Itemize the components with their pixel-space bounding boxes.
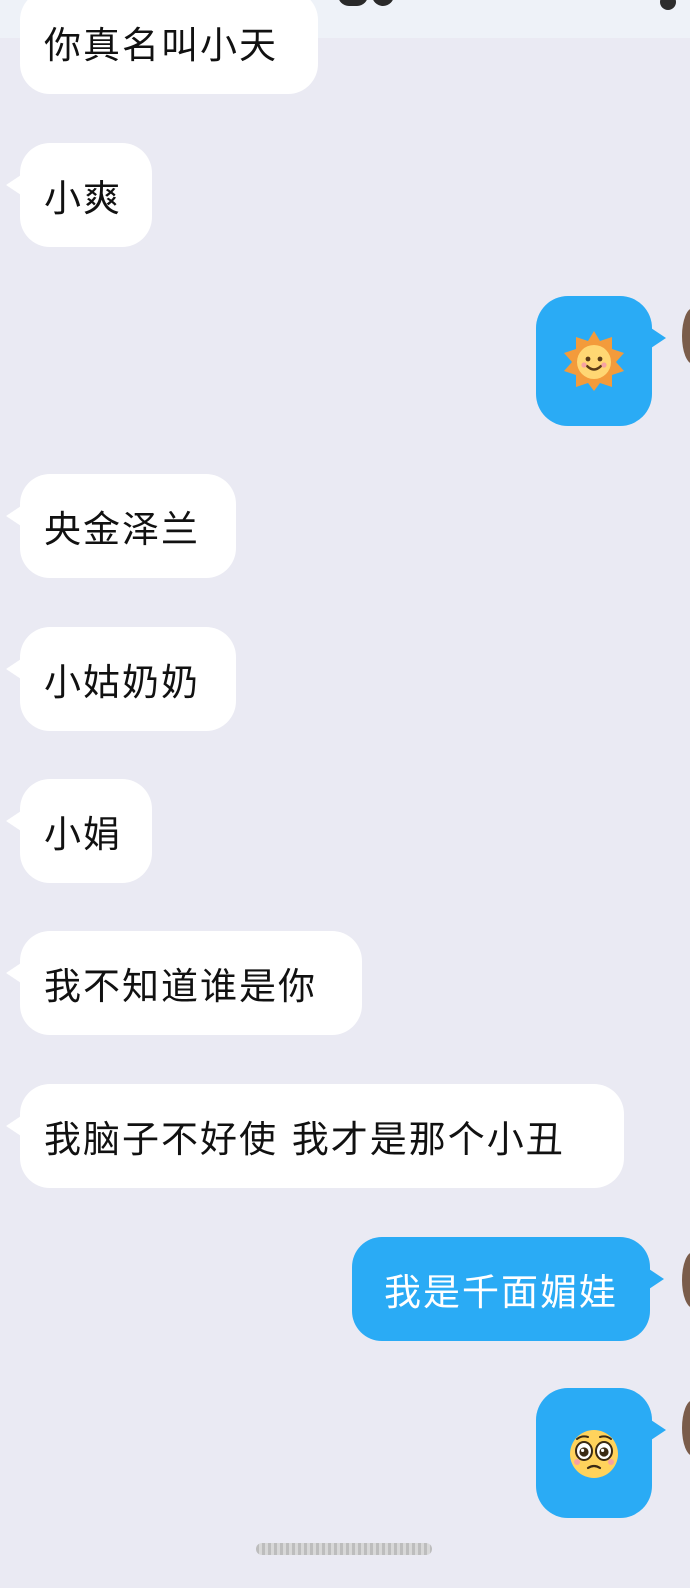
message-text: 小爽 [44,177,122,220]
message-bubble-incoming[interactable]: 我脑子不好使 我才是那个小丑 [6,1084,624,1188]
bubble-tail [648,1418,666,1442]
message-bubble-incoming[interactable]: 小娟 [6,779,152,883]
cropped-glyph [372,0,394,6]
sun-smile-emoji [564,331,624,391]
message-text: 小姑奶奶 [44,661,200,704]
pleading-face-emoji [570,1430,618,1478]
message-text: 央金泽兰 [44,508,200,551]
message-text: 我是千面媚娃 [384,1271,618,1314]
home-indicator [256,1543,432,1555]
bubble-tail [6,809,24,833]
message-bubble-outgoing[interactable] [536,1388,666,1518]
message-text: 我脑子不好使 我才是那个小丑 [44,1118,565,1161]
message-text: 你真名叫小天 [44,24,278,67]
bubble-tail [6,657,24,681]
message-bubble-outgoing[interactable]: 我是千面媚娃 [352,1237,664,1341]
message-text: 小娟 [44,813,122,856]
message-bubble-incoming[interactable]: 我不知道谁是你 [6,931,362,1035]
bubble-tail [6,504,24,528]
avatar[interactable] [682,308,690,364]
cropped-glyph [338,0,368,6]
bubble-tail [6,961,24,985]
message-bubble-incoming[interactable]: 小爽 [6,143,152,247]
bubble-tail [646,1267,664,1291]
bubble-tail [6,1114,24,1138]
avatar[interactable] [682,1400,690,1456]
bubble-tail [6,173,24,197]
bubble-tail [648,326,666,350]
menu-icon[interactable] [660,0,676,10]
message-bubble-incoming[interactable]: 央金泽兰 [6,474,236,578]
message-bubble-incoming[interactable]: 小姑奶奶 [6,627,236,731]
avatar[interactable] [682,1252,690,1308]
message-text: 我不知道谁是你 [44,965,317,1008]
message-bubble-outgoing[interactable] [536,296,666,426]
message-bubble-incoming[interactable]: 你真名叫小天 [20,0,318,94]
